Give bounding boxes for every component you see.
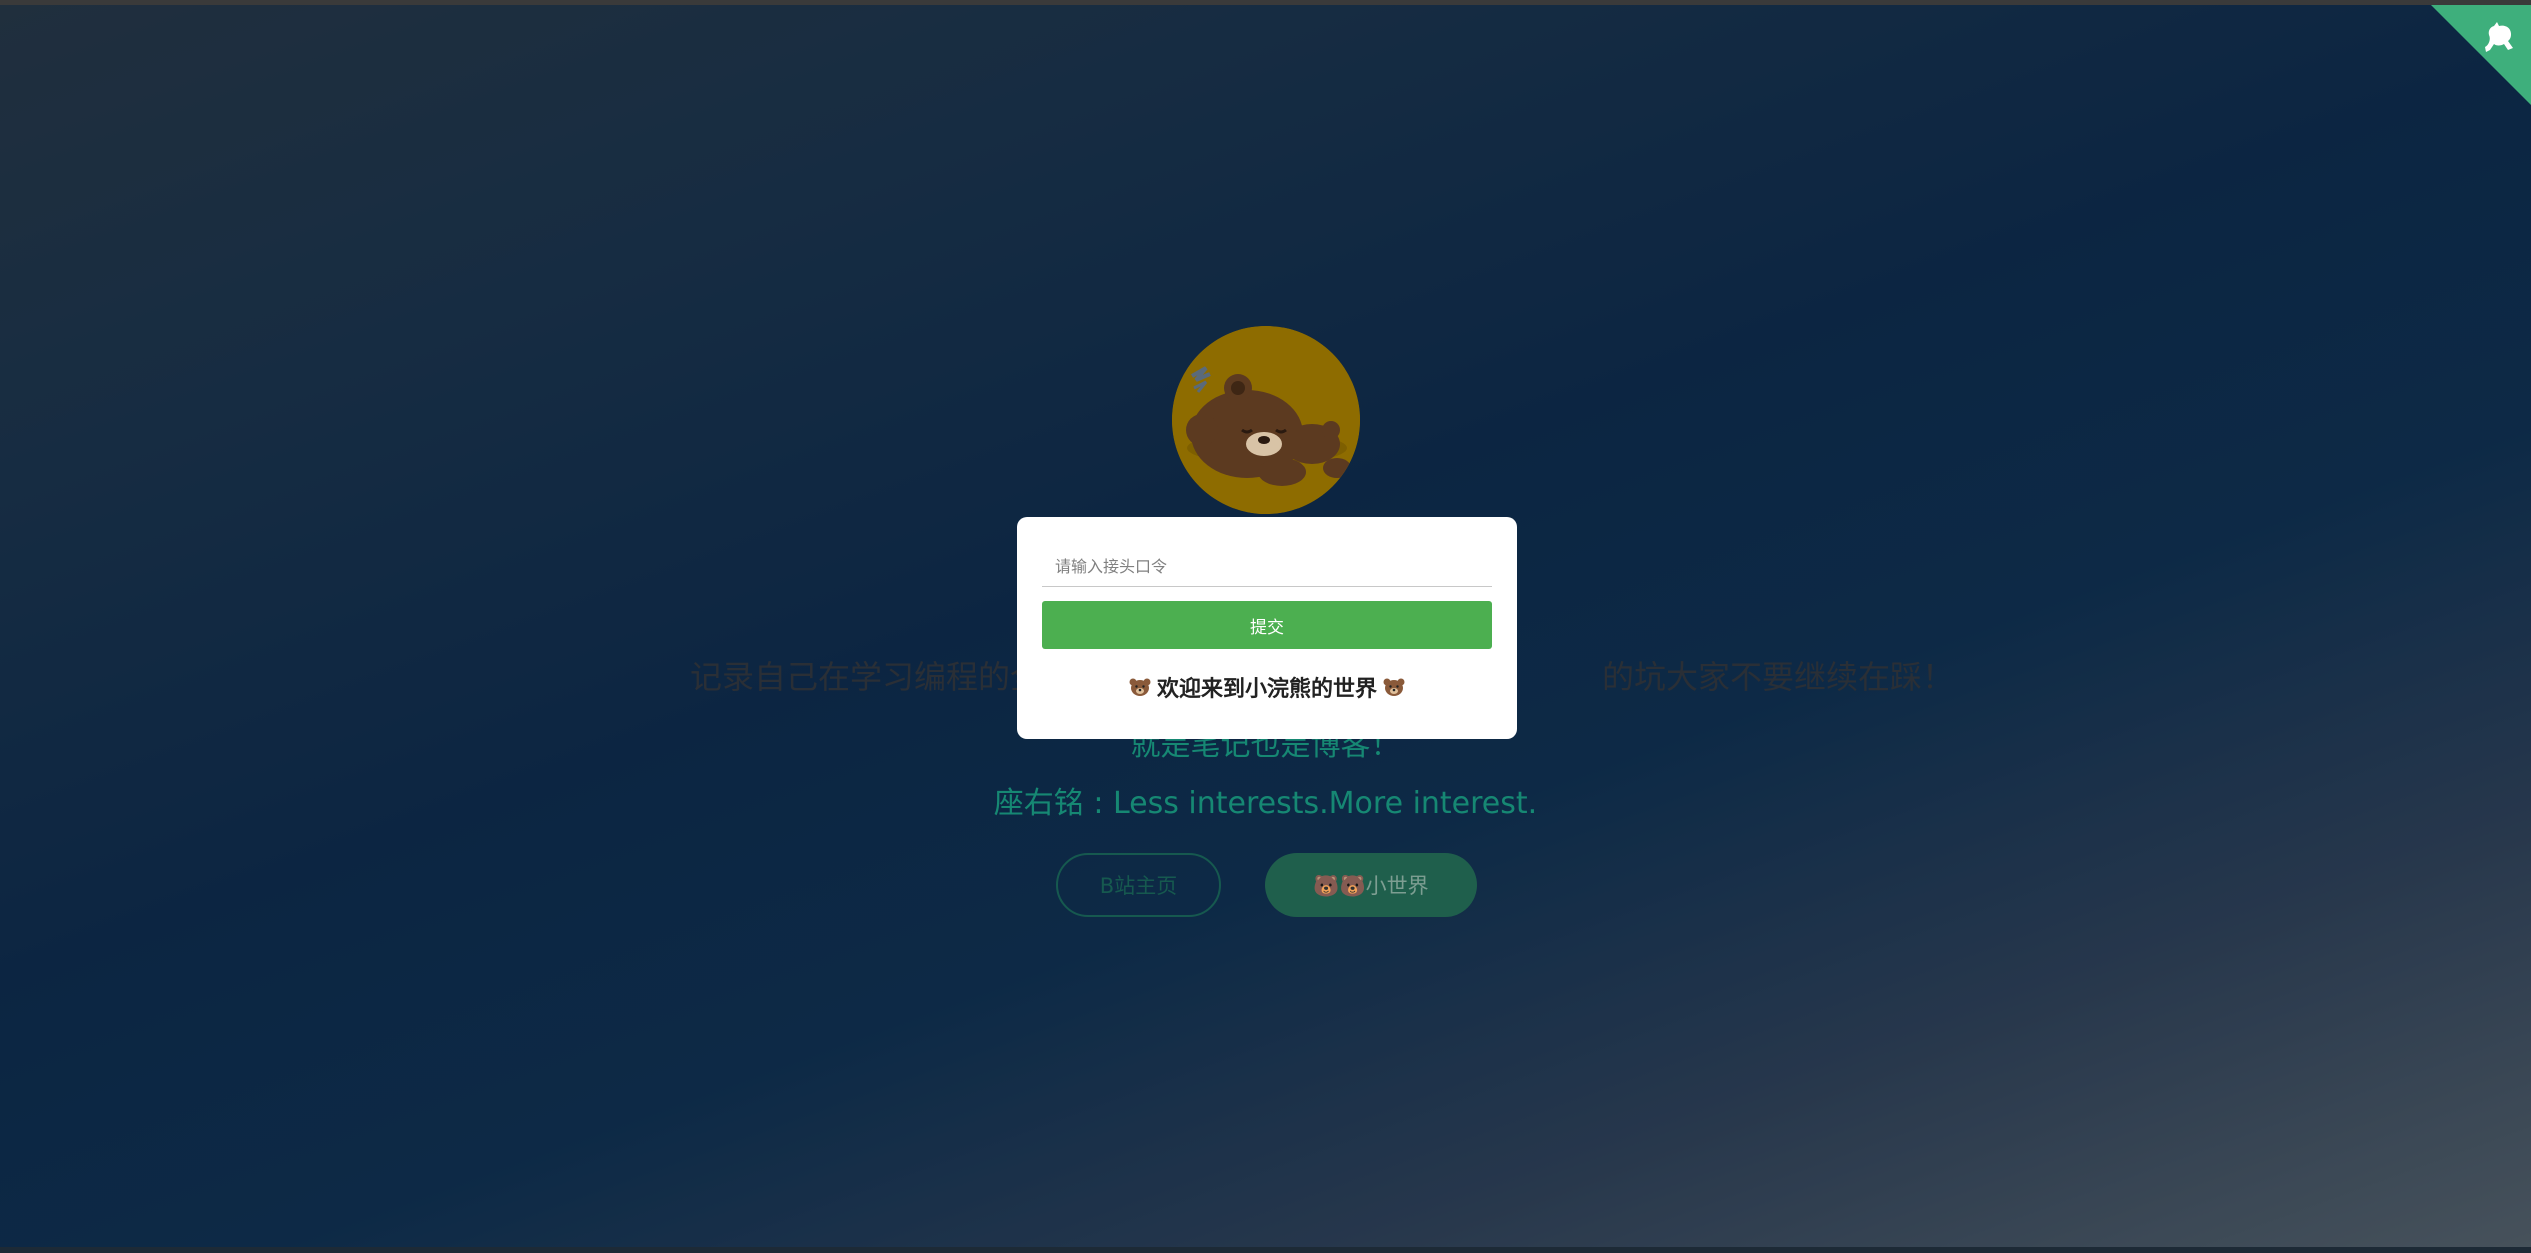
bilibili-home-label: B站主页 (1099, 874, 1178, 898)
welcome-message: 欢迎来到小浣熊的世界 (1017, 671, 1517, 703)
description-end: 的坑大家不要继续在踩！ (1602, 658, 1955, 696)
bear-face-icon (1383, 678, 1405, 696)
password-dialog: 提交 欢迎来到小浣熊的世界 (1017, 517, 1517, 739)
submit-button[interactable]: 提交 (1042, 601, 1492, 649)
little-world-label: 🐻🐻小世界 (1313, 874, 1429, 898)
description-start: 记录自己在学习编程的全 (690, 658, 1043, 696)
password-input[interactable] (1042, 547, 1492, 587)
bear-face-icon (1129, 678, 1151, 696)
motto-text: 座右铭 : Less interests.More interest. (993, 786, 1538, 821)
little-world-button[interactable]: 🐻🐻小世界 (1265, 853, 1477, 917)
avatar (1172, 326, 1360, 514)
welcome-text: 欢迎来到小浣熊的世界 (1156, 677, 1377, 702)
bilibili-home-button[interactable]: B站主页 (1056, 853, 1221, 917)
window-bottom-edge (0, 1247, 2531, 1253)
sleeping-bear-avatar (1172, 326, 1360, 514)
